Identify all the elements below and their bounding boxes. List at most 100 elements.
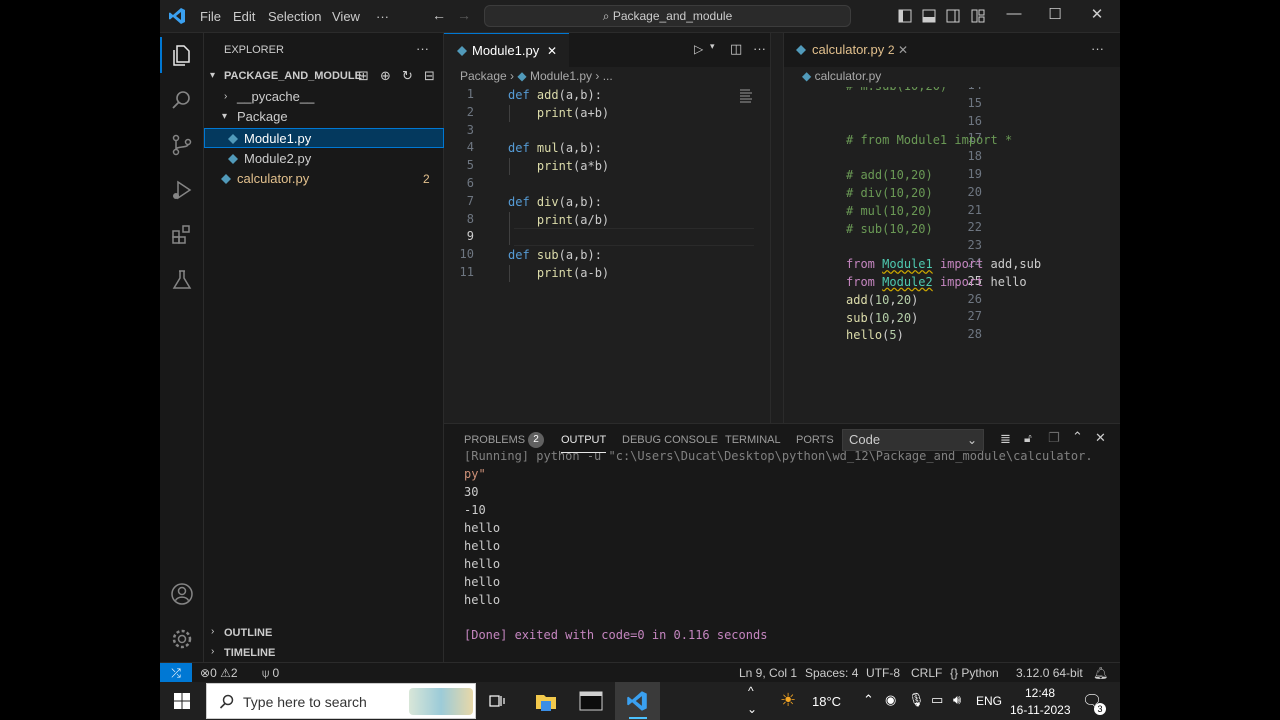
tree-item-package[interactable]: ▾ Package [204, 107, 444, 127]
indentation[interactable]: Spaces: 4 [805, 663, 858, 682]
input-language[interactable]: ENG [976, 694, 1002, 708]
breadcrumb-folder[interactable]: Package [460, 69, 507, 83]
maximize-icon[interactable]: ☐ [1040, 5, 1070, 23]
explorer-files-icon[interactable] [170, 43, 194, 67]
back-arrow-icon[interactable]: ← [432, 7, 446, 23]
breadcrumb-rest[interactable]: ... [603, 69, 613, 83]
lock-scroll-icon[interactable]: 🔓︎ [1024, 431, 1032, 446]
clear-output-icon[interactable]: ≣ [1000, 431, 1011, 447]
weather-icon[interactable]: ☀︎ [780, 690, 796, 711]
settings-gear-icon[interactable] [170, 627, 194, 651]
output-channel-select[interactable]: Code ⌄ [842, 429, 984, 451]
search-icon[interactable] [170, 88, 194, 112]
tab-ports[interactable]: PORTS [796, 434, 834, 446]
editor-more-icon[interactable]: ··· [1091, 41, 1104, 56]
menu-edit[interactable]: Edit [233, 9, 255, 24]
toggle-secondary-sidebar-icon[interactable] [946, 9, 960, 23]
editor-split-sash[interactable] [770, 33, 784, 423]
breadcrumb-file[interactable]: Module1.py [530, 69, 592, 83]
command-center[interactable]: ⌕ Package_and_module [484, 5, 851, 27]
windows-start-icon[interactable] [174, 693, 190, 709]
breadcrumb-file[interactable]: calculator.py [815, 69, 882, 83]
collapse-all-icon[interactable]: ⊟ [424, 66, 435, 86]
close-tab-icon[interactable]: ✕ [547, 34, 557, 68]
output-line: [Running] python -u "c:\Users\Ducat\Desk… [464, 451, 1093, 463]
code-calculator: # from Module1 import * # add(10,20) # d… [846, 132, 1042, 343]
split-editor-icon[interactable]: ◫ [730, 41, 742, 57]
toggle-panel-icon[interactable] [922, 9, 936, 23]
problem-count-badge: 2 [423, 172, 430, 186]
microphone-icon[interactable]: 🎙︎ [908, 692, 925, 708]
error-icon: ⊗ [200, 666, 211, 680]
output-area[interactable]: [Running] python -u "c:\Users\Ducat\Desk… [444, 451, 1120, 662]
weather-temperature[interactable]: 18°C [812, 694, 841, 709]
meet-now-icon[interactable]: ◉ [885, 692, 896, 708]
tab-module1[interactable]: Module1.py ✕ [444, 33, 569, 67]
folder-header[interactable]: ▾ PACKAGE_AND_MODULE ⊞ ⊕ ↻ ⊟ [204, 66, 444, 86]
tree-item-module2[interactable]: Module2.py [204, 149, 444, 169]
tree-item-module1[interactable]: Module1.py [204, 128, 444, 148]
cursor-position[interactable]: Ln 9, Col 1 [739, 663, 797, 682]
terminal-app-icon[interactable] [579, 690, 603, 712]
new-folder-icon[interactable]: ⊕ [380, 66, 391, 86]
forward-arrow-icon[interactable]: → [457, 7, 471, 23]
testing-flask-icon[interactable] [170, 268, 194, 292]
outline-section[interactable]: › OUTLINE [204, 622, 444, 642]
chevron-down-icon: ⌄ [966, 433, 977, 447]
network-icon[interactable]: ▭ [931, 692, 943, 708]
left-editor[interactable]: 1 2 3 4 5 6 7 8 9 10 11 def add(a,b): print(a+b) d… [444, 87, 782, 422]
close-window-icon[interactable]: ✕ [1082, 5, 1112, 23]
problems-status[interactable]: ⊗0 ⚠2 [200, 663, 238, 682]
vscode-taskbar-button[interactable] [615, 682, 660, 720]
toggle-sidebar-icon[interactable] [898, 9, 912, 23]
close-tab-icon[interactable]: ✕ [898, 33, 908, 67]
run-debug-icon[interactable] [170, 178, 194, 202]
language-mode[interactable]: {} Python [950, 663, 999, 682]
timeline-section[interactable]: › TIMELINE [204, 642, 444, 662]
task-view-icon[interactable] [489, 694, 505, 708]
new-file-icon[interactable]: ⊞ [358, 66, 369, 86]
minimap[interactable] [740, 87, 754, 105]
tab-problems[interactable]: PROBLEMS [464, 434, 525, 446]
show-hidden-icons-icon[interactable]: ⌃ [863, 692, 874, 708]
remote-indicator-icon[interactable]: ⤮ [160, 663, 192, 682]
maximize-panel-icon[interactable]: ⌃ [1072, 429, 1083, 445]
menu-view[interactable]: View [332, 9, 360, 24]
editor-more-icon[interactable]: ··· [753, 41, 766, 56]
tree-item-calculator[interactable]: calculator.py 2 [204, 169, 444, 189]
line-ending[interactable]: CRLF [911, 663, 942, 682]
close-panel-icon[interactable]: ✕ [1095, 430, 1106, 446]
open-in-editor-icon[interactable]: ❐ [1048, 430, 1060, 446]
bottom-panel: PROBLEMS 2 OUTPUT DEBUG CONSOLE TERMINAL… [444, 423, 1120, 662]
explorer-more-icon[interactable]: ··· [416, 41, 429, 56]
tab-debug-console[interactable]: DEBUG CONSOLE [622, 434, 718, 446]
source-control-icon[interactable] [170, 133, 194, 157]
chevron-down-icon[interactable]: ⌄ [747, 702, 757, 716]
refresh-icon[interactable]: ↻ [402, 66, 413, 86]
volume-icon[interactable]: 🔊︎ [953, 692, 961, 708]
menu-file[interactable]: File [200, 9, 221, 24]
python-file-icon [796, 45, 806, 55]
file-explorer-icon[interactable] [534, 689, 558, 713]
right-editor[interactable]: 141516171819202122232425262728 # m.sub(1… [784, 87, 1120, 422]
customize-layout-icon[interactable] [971, 9, 985, 23]
menu-selection[interactable]: Selection [268, 9, 321, 24]
account-icon[interactable] [170, 582, 194, 606]
minimize-icon[interactable]: — [999, 5, 1029, 22]
active-app-indicator [629, 717, 647, 719]
run-dropdown-chevron-icon[interactable]: ▾ [710, 41, 715, 52]
chevron-up-icon[interactable]: ^ [748, 684, 754, 698]
tab-terminal[interactable]: TERMINAL [725, 434, 781, 446]
notifications-bell-icon[interactable]: 🔔︎ [1093, 663, 1108, 682]
clock-time[interactable]: 12:48 [1025, 686, 1055, 700]
tab-calculator[interactable]: calculator.py 2 ✕ [784, 33, 914, 67]
tree-item-pycache[interactable]: › __pycache__ [204, 87, 444, 107]
encoding[interactable]: UTF-8 [866, 663, 900, 682]
menu-more[interactable]: ··· [376, 9, 389, 24]
clock-date[interactable]: 16-11-2023 [1010, 703, 1071, 717]
python-interpreter[interactable]: 3.12.0 64-bit [1016, 663, 1083, 682]
run-python-icon[interactable]: ▷ [694, 42, 703, 56]
extensions-icon[interactable] [170, 223, 194, 247]
ports-status[interactable]: ⍦ 0 [262, 663, 279, 682]
taskbar-search-box[interactable]: Type here to search [206, 683, 476, 719]
